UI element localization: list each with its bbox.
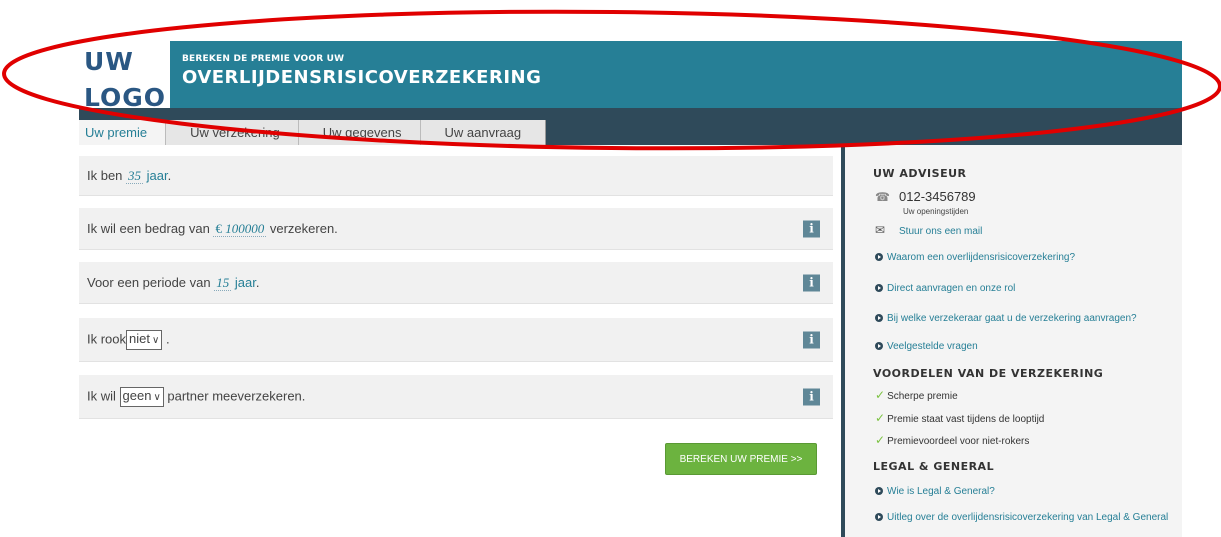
info-icon[interactable]: i	[803, 331, 820, 348]
period-input[interactable]: 15	[214, 274, 232, 291]
form-row-age: Ik ben 35 jaar.	[79, 156, 833, 196]
link-label: Waarom een overlijdensrisicoverzekering?	[887, 252, 1076, 263]
benefit-item: ✓ Premie staat vast tijdens de looptijd	[875, 411, 1044, 425]
logo[interactable]: UW LOGO	[84, 44, 168, 116]
sidebar: UW ADVISEUR ☎ 012-3456789 Uw openingstijd…	[841, 145, 1182, 537]
step-tab-aanvraag[interactable]: Uw aanvraag	[420, 120, 547, 145]
check-icon: ✓	[875, 411, 886, 425]
step-tab-gegevens[interactable]: Uw gegevens	[298, 120, 421, 145]
partner-prefix: Ik wil	[87, 387, 116, 403]
benefit-item: ✓ Scherpe premie	[875, 388, 958, 402]
age-unit: jaar	[146, 167, 168, 183]
form-row-period: Voor een periode van 15 jaar. i	[79, 262, 833, 304]
phone-row: ☎ 012-3456789	[875, 189, 976, 204]
mail-icon: ✉	[875, 223, 886, 237]
benefit-label: Scherpe premie	[887, 391, 958, 402]
header-subtitle: BEREKEN DE PREMIE VOOR UW	[182, 54, 345, 64]
sidebar-link-waarom[interactable]: Waarom een overlijdensrisicoverzekering?	[875, 252, 1075, 263]
sidebar-link-faq[interactable]: Veelgestelde vragen	[875, 341, 978, 352]
smoke-select[interactable]: niet ∨	[126, 329, 163, 350]
page: UW LOGO BEREKEN DE PREMIE VOOR UW OVERLI…	[0, 0, 1221, 537]
period-unit: jaar	[234, 274, 256, 290]
sidebar-link-direct[interactable]: Direct aanvragen en onze rol	[875, 283, 1015, 294]
logo-line-1: UW	[84, 47, 134, 76]
sidebar-link-wie-is[interactable]: Wie is Legal & General?	[875, 486, 995, 497]
partner-selected: geen	[122, 387, 152, 403]
check-icon: ✓	[875, 433, 886, 447]
period-prefix: Voor een periode van	[87, 274, 211, 290]
info-icon[interactable]: i	[803, 274, 820, 291]
link-label: Veelgestelde vragen	[887, 341, 978, 352]
form-row-smoke: Ik rook niet ∨ . i	[79, 318, 833, 362]
link-label: Direct aanvragen en onze rol	[887, 283, 1016, 294]
benefit-label: Premie staat vast tijdens de looptijd	[887, 414, 1045, 425]
phone-icon: ☎	[875, 190, 890, 204]
age-suffix: .	[167, 167, 172, 183]
mail-link: Stuur ons een mail	[899, 226, 983, 237]
step-tabs: Uw premie Uw verzekering Uw gegevens Uw …	[79, 120, 547, 145]
sidebar-link-verzekeraar[interactable]: Bij welke verzekeraar gaat u de verzeker…	[875, 313, 1137, 324]
advisor-title: UW ADVISEUR	[873, 167, 967, 180]
legal-general-title: LEGAL & GENERAL	[873, 460, 995, 473]
phone-number[interactable]: 012-3456789	[899, 189, 976, 204]
arrow-circle-icon	[875, 284, 883, 293]
age-input[interactable]: 35	[126, 167, 144, 184]
link-label: Bij welke verzekeraar gaat u de verzeker…	[887, 313, 1137, 324]
arrow-circle-icon	[875, 253, 883, 262]
chevron-down-icon: ∨	[153, 391, 161, 403]
amount-value: 100000	[225, 220, 265, 236]
link-label: Uitleg over de overlijdensrisicoverzeker…	[887, 512, 1169, 523]
check-icon: ✓	[875, 388, 886, 402]
amount-prefix: Ik wil een bedrag van	[87, 220, 210, 236]
info-icon[interactable]: i	[803, 388, 820, 405]
form-row-partner: Ik wil geen ∨ partner meeverzekeren. i	[79, 375, 833, 419]
partner-suffix: partner meeverzekeren.	[167, 387, 306, 403]
arrow-circle-icon	[875, 342, 883, 351]
smoke-selected: niet	[129, 330, 150, 346]
period-suffix: .	[255, 274, 260, 290]
link-label: Wie is Legal & General?	[887, 486, 995, 497]
calculate-premium-button[interactable]: BEREKEN UW PREMIE >>	[665, 443, 817, 475]
smoke-suffix: .	[165, 330, 170, 346]
chevron-down-icon: ∨	[151, 334, 160, 346]
smoke-prefix: Ik rook	[87, 330, 127, 346]
benefits-title: VOORDELEN VAN DE VERZEKERING	[873, 367, 1104, 380]
currency-symbol: €	[215, 220, 222, 236]
step-tab-verzekering[interactable]: Uw verzekering	[166, 120, 299, 145]
arrow-circle-icon	[875, 513, 883, 522]
mail-row[interactable]: ✉ Stuur ons een mail	[875, 223, 982, 237]
arrow-circle-icon	[875, 487, 883, 496]
amount-suffix: verzekeren.	[269, 220, 338, 236]
benefit-item: ✓ Premievoordeel voor niet-rokers	[875, 433, 1029, 447]
age-prefix: Ik ben	[87, 167, 123, 183]
opening-hours[interactable]: Uw openingstijden	[903, 207, 968, 216]
step-tab-premie[interactable]: Uw premie	[79, 120, 167, 145]
arrow-circle-icon	[875, 314, 883, 323]
header-banner: BEREKEN DE PREMIE VOOR UW OVERLIJDENSRIS…	[170, 41, 1182, 108]
sidebar-link-uitleg[interactable]: Uitleg over de overlijdensrisicoverzeker…	[875, 512, 1168, 523]
benefit-label: Premievoordeel voor niet-rokers	[887, 436, 1030, 447]
amount-input[interactable]: € 100000	[213, 220, 267, 237]
form-row-amount: Ik wil een bedrag van € 100000 verzekere…	[79, 208, 833, 250]
partner-select[interactable]: geen ∨	[119, 386, 164, 407]
header-title: OVERLIJDENSRISICOVERZEKERING	[182, 67, 542, 88]
info-icon[interactable]: i	[803, 220, 820, 237]
